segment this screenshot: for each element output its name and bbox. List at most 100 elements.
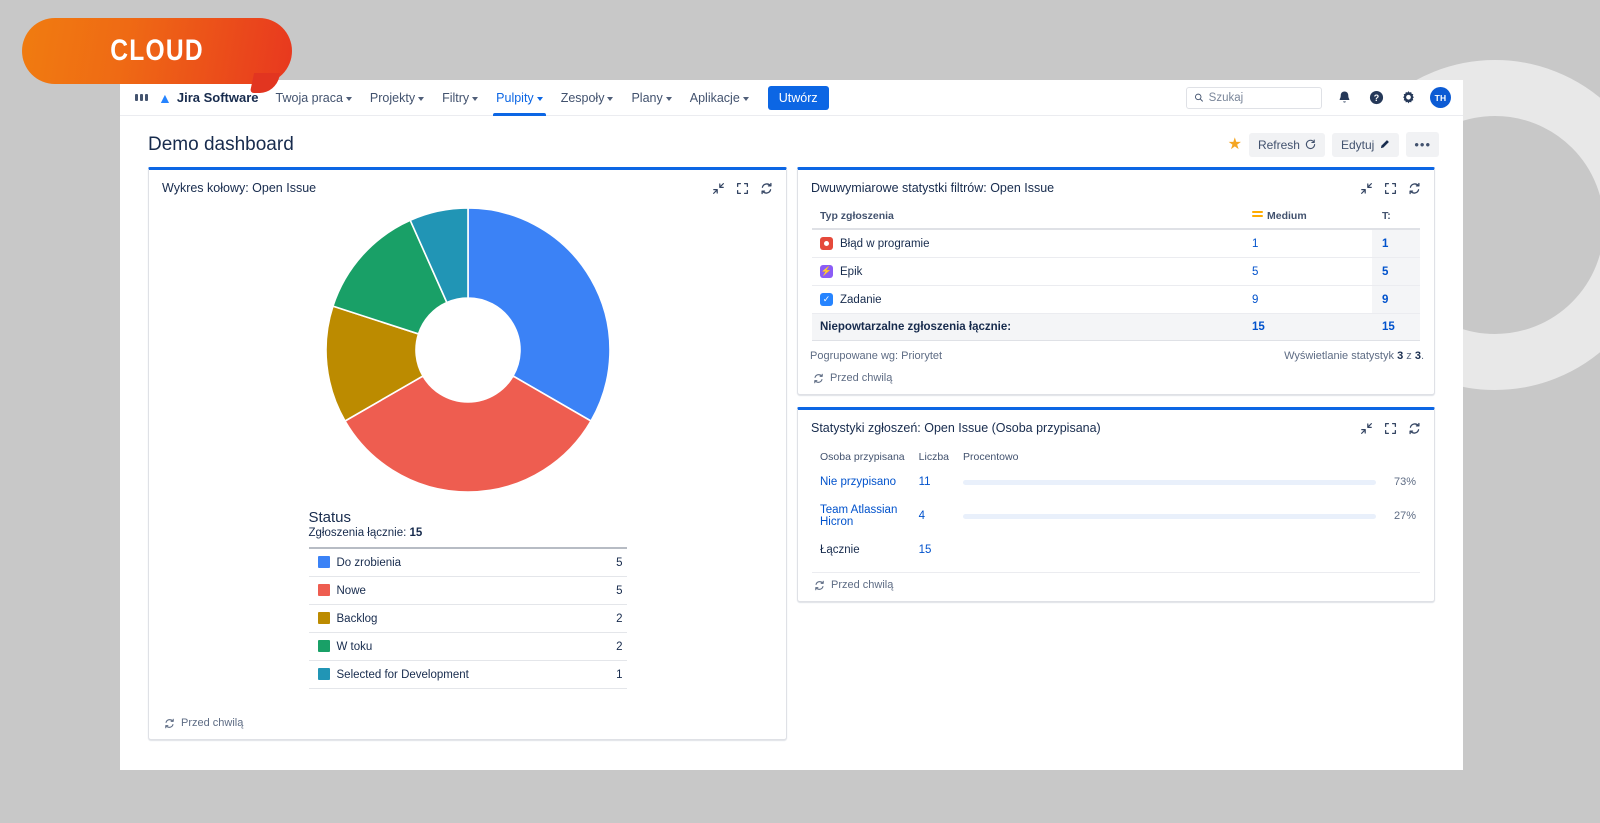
cell-total-count: 15: [911, 536, 955, 564]
legend-value: 5: [605, 577, 626, 605]
cell-medium[interactable]: 5: [1244, 258, 1372, 286]
table-row: ⚡ Epik 55: [812, 258, 1420, 286]
nav-item-pulpity[interactable]: Pulpity: [487, 80, 552, 115]
edit-button[interactable]: Edytuj: [1332, 133, 1399, 157]
top-navigation-bar: ▲ Jira Software Twoja praca Projekty Fil…: [120, 80, 1463, 116]
collapse-icon[interactable]: [712, 182, 725, 195]
epic-icon: ⚡: [820, 265, 833, 278]
cell-medium[interactable]: 1: [1244, 229, 1372, 258]
table-header-row: Typ zgłoszenia Medium T:: [812, 205, 1420, 229]
legend-label[interactable]: W toku: [337, 633, 606, 661]
cell-count[interactable]: 11: [911, 468, 955, 496]
task-icon: ✓: [820, 293, 833, 306]
refresh-icon[interactable]: [1408, 422, 1421, 435]
create-button[interactable]: Utwórz: [768, 86, 829, 110]
assignee-table: Osoba przypisana Liczba Procentowo Nie p…: [812, 447, 1420, 564]
legend-swatch-cell: [309, 633, 337, 661]
col-header-total[interactable]: T:: [1372, 205, 1420, 229]
cell-type: Błąd w programie: [812, 229, 1244, 258]
color-swatch: [318, 612, 330, 624]
cell-total[interactable]: 1: [1372, 229, 1420, 258]
gadget-two-dimensional-stats: Dwuwymiarowe statystki filtrów: Open Iss…: [797, 167, 1435, 395]
col-header-count[interactable]: Liczba: [911, 447, 955, 468]
legend-value: 1: [605, 661, 626, 689]
legend-label[interactable]: Nowe: [337, 577, 606, 605]
nav-item-projekty[interactable]: Projekty: [361, 80, 433, 115]
gadget-assignee-stats: Statystyki zgłoszeń: Open Issue (Osoba p…: [797, 407, 1435, 602]
brand-logo[interactable]: ▲ Jira Software: [154, 90, 265, 105]
search-input[interactable]: [1209, 92, 1314, 104]
cell-medium[interactable]: 9: [1244, 286, 1372, 314]
notifications-icon[interactable]: [1334, 88, 1354, 108]
avatar[interactable]: TH: [1430, 87, 1451, 108]
two-dim-table-wrap: Typ zgłoszenia Medium T: Błąd w programi…: [798, 205, 1434, 341]
footer-timestamp: Przed chwilą: [830, 372, 892, 384]
maximize-icon[interactable]: [736, 182, 749, 195]
help-icon[interactable]: ?: [1366, 88, 1386, 108]
nav-label: Filtry: [442, 91, 469, 105]
legend-label[interactable]: Backlog: [337, 605, 606, 633]
col-header-percent[interactable]: Procentowo: [955, 447, 1420, 468]
cell-total[interactable]: 5: [1372, 258, 1420, 286]
nav-item-zespoly[interactable]: Zespoły: [552, 80, 623, 115]
gadget-tools: [1360, 422, 1421, 435]
two-dim-table: Typ zgłoszenia Medium T: Błąd w programi…: [812, 205, 1420, 341]
issue-type-label[interactable]: Zadanie: [840, 294, 882, 306]
stats-meta: Pogrupowane wg: Priorytet Wyświetlanie s…: [798, 341, 1434, 366]
issue-type-label[interactable]: Błąd w programie: [840, 238, 929, 250]
table-row: ✓ Zadanie 99: [812, 286, 1420, 314]
nav-items: Twoja praca Projekty Filtry Pulpity Zesp…: [267, 80, 758, 115]
pie-legend: Status Zgłoszenia łącznie: 15 Do zrobien…: [309, 509, 627, 689]
assignee-link[interactable]: Team Atlassian Hicron: [820, 504, 897, 528]
nav-label: Twoja praca: [276, 91, 343, 105]
table-header-row: Osoba przypisana Liczba Procentowo: [812, 447, 1420, 468]
assignee-link[interactable]: Nie przypisano: [820, 476, 896, 488]
legend-row: Nowe5: [309, 577, 627, 605]
nav-item-twoja-praca[interactable]: Twoja praca: [267, 80, 361, 115]
refresh-icon[interactable]: [760, 182, 773, 195]
refresh-button[interactable]: Refresh: [1249, 133, 1325, 157]
nav-label: Projekty: [370, 91, 415, 105]
legend-total-value: 15: [410, 527, 423, 539]
gear-icon[interactable]: [1398, 88, 1418, 108]
legend-label[interactable]: Do zrobienia: [337, 548, 606, 577]
legend-label[interactable]: Selected for Development: [337, 661, 606, 689]
gadget-footer: Przed chwilą: [812, 572, 1420, 601]
collapse-icon[interactable]: [1360, 422, 1373, 435]
maximize-icon[interactable]: [1384, 182, 1397, 195]
refresh-icon: [813, 373, 824, 384]
legend-swatch-cell: [309, 605, 337, 633]
more-actions-button[interactable]: •••: [1406, 132, 1439, 157]
color-swatch: [318, 668, 330, 680]
nav-item-plany[interactable]: Plany: [622, 80, 680, 115]
gadget-title: Dwuwymiarowe statystki filtrów: Open Iss…: [811, 181, 1054, 195]
color-swatch: [318, 556, 330, 568]
nav-item-aplikacje[interactable]: Aplikacje: [681, 80, 758, 115]
chevron-down-icon: [346, 97, 352, 101]
collapse-icon[interactable]: [1360, 182, 1373, 195]
cell-total[interactable]: 9: [1372, 286, 1420, 314]
search-box[interactable]: [1186, 87, 1322, 109]
gadget-title: Wykres kołowy: Open Issue: [162, 181, 316, 195]
cell-type: ⚡ Epik: [812, 258, 1244, 286]
app-switcher-icon[interactable]: [130, 87, 152, 109]
priority-medium-icon: [1252, 211, 1263, 220]
nav-right-group: ? TH: [1186, 87, 1451, 109]
refresh-icon[interactable]: [1408, 182, 1421, 195]
donut-slice[interactable]: [468, 208, 610, 421]
nav-item-filtry[interactable]: Filtry: [433, 80, 487, 115]
progress-bar-track: [963, 514, 1376, 519]
col-header-assignee[interactable]: Osoba przypisana: [812, 447, 911, 468]
dashboard-column-right: Dwuwymiarowe statystki filtrów: Open Iss…: [797, 167, 1435, 740]
percent-label: 73%: [1386, 476, 1416, 488]
cell-percent: 73%: [955, 468, 1420, 496]
cell-total-label: Niepowtarzalne zgłoszenia łącznie:: [812, 314, 1244, 341]
cell-type: ✓ Zadanie: [812, 286, 1244, 314]
col-header-type[interactable]: Typ zgłoszenia: [812, 205, 1244, 229]
cell-count[interactable]: 4: [911, 496, 955, 536]
favorite-star-icon[interactable]: ★: [1228, 137, 1242, 153]
chevron-down-icon: [607, 97, 613, 101]
col-header-medium[interactable]: Medium: [1244, 205, 1372, 229]
maximize-icon[interactable]: [1384, 422, 1397, 435]
issue-type-label[interactable]: Epik: [840, 266, 862, 278]
